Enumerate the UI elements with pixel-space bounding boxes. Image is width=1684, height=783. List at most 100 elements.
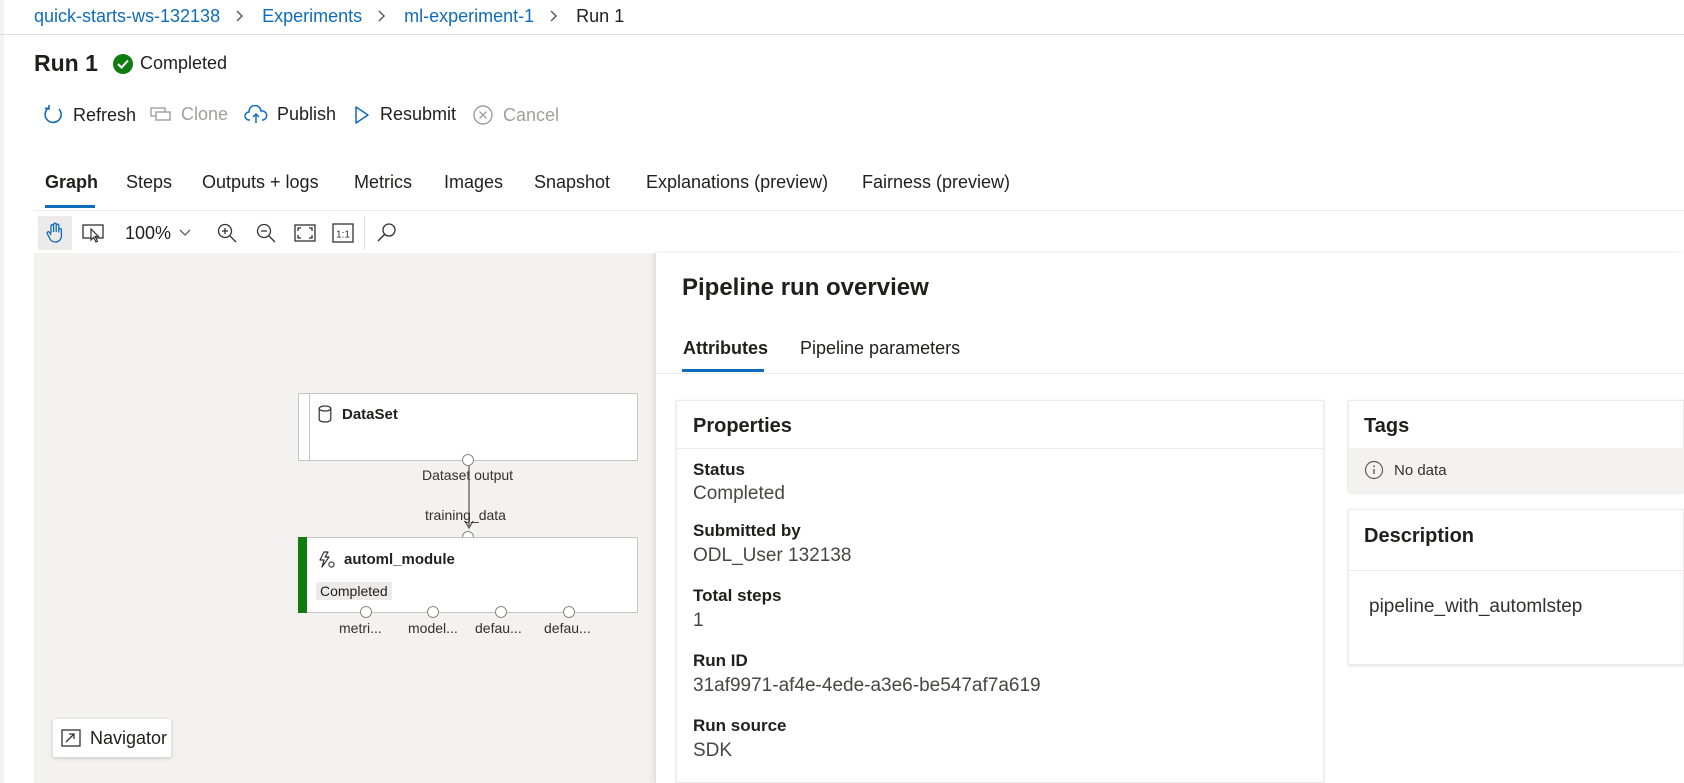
chevron-right-icon [550,10,558,22]
hand-icon [46,222,63,243]
total-steps-value: 1 [693,610,704,631]
search-button[interactable] [370,216,404,250]
tags-title: Tags [1364,415,1410,437]
tab-graph[interactable]: Graph [45,172,98,193]
zoom-in-button[interactable] [210,216,244,250]
tab-active-indicator [682,369,764,372]
description-card: Description pipeline_with_automlstep [1348,509,1684,665]
tab-metrics[interactable]: Metrics [354,172,412,193]
check-circle-icon [113,53,133,74]
dataset-node[interactable]: DataSet [298,393,638,461]
clone-icon [150,106,171,121]
tags-card: Tags No data [1348,400,1684,492]
search-icon [377,223,396,242]
navigator-label: Navigator [90,727,168,748]
tags-empty-row: No data [1349,448,1684,492]
play-icon [355,105,369,124]
node-stripe [309,394,310,460]
automl-node[interactable]: automl_module Completed [298,537,638,613]
status-value: Completed [693,483,785,504]
cancel-button[interactable]: Cancel [472,104,559,126]
tab-snapshot[interactable]: Snapshot [534,172,610,193]
fit-to-screen-button[interactable] [288,216,322,250]
pipeline-edge [464,466,474,530]
chevron-right-icon [378,10,386,22]
cancel-icon [473,105,493,125]
clone-button[interactable]: Clone [150,104,228,125]
node-status-stripe [298,537,307,613]
database-icon [318,405,332,423]
tab-explanations[interactable]: Explanations (preview) [646,172,828,193]
description-title: Description [1364,525,1475,547]
run-id-label: Run ID [693,651,748,670]
toolbar-divider [364,216,365,250]
total-steps-label: Total steps [693,586,782,605]
output-port[interactable] [427,606,439,618]
submitted-by-label: Submitted by [693,521,801,540]
status-badge: Completed [113,53,227,74]
tab-fairness[interactable]: Fairness (preview) [862,172,1010,193]
run-source-value: SDK [693,740,733,761]
tab-outputs-logs[interactable]: Outputs + logs [202,172,319,193]
breadcrumb-workspace[interactable]: quick-starts-ws-132138 [34,6,220,27]
cancel-label: Cancel [503,104,560,125]
graph-canvas[interactable] [34,253,656,783]
tags-empty-text: No data [1394,461,1447,479]
divider [656,373,1684,374]
divider [1349,570,1684,571]
automl-node-status: Completed [316,582,392,600]
resubmit-button[interactable]: Resubmit [353,104,456,125]
divider [34,210,1684,211]
dataset-node-title: DataSet [342,406,398,423]
edge-label: training_data [425,507,506,523]
run-id-value: 31af9971-af4e-4ede-a3e6-be547af7a619 [693,675,1041,696]
navigator-icon [61,729,81,747]
output-port-label: metri... [339,620,382,636]
actual-size-icon: 1:1 [332,223,354,243]
clone-label: Clone [181,104,229,124]
select-pointer-icon [82,224,104,243]
chevron-right-icon [236,10,244,22]
output-port-label: defau... [475,620,522,636]
dataset-output-port[interactable] [462,454,474,466]
actual-size-text: 1:1 [336,230,350,241]
select-tool-button[interactable] [76,216,110,250]
refresh-button[interactable]: Refresh [42,104,136,126]
output-port[interactable] [495,606,507,618]
pan-tool-button[interactable] [38,216,72,250]
zoom-select[interactable]: 100% [125,216,203,250]
status-text: Completed [140,53,228,73]
divider [677,448,1323,449]
breadcrumb-experiment[interactable]: ml-experiment-1 [404,6,534,27]
chevron-down-icon [179,229,191,236]
zoom-out-icon [256,223,276,243]
output-port-label: model... [408,620,458,636]
status-label: Status [693,460,745,479]
publish-button[interactable]: Publish [244,104,336,125]
navigator-button[interactable]: Navigator [53,719,171,757]
tab-steps[interactable]: Steps [126,172,172,193]
submitted-by-value: ODL_User 132138 [693,545,852,566]
output-port-label: defau... [544,620,591,636]
tab-attributes[interactable]: Attributes [683,338,768,359]
cloud-upload-icon [244,104,268,123]
output-port[interactable] [360,606,372,618]
automl-icon [319,551,335,568]
left-edge [0,0,4,783]
description-text: pipeline_with_automlstep [1369,596,1583,617]
fit-screen-icon [294,224,316,242]
resubmit-label: Resubmit [380,104,457,124]
properties-card: Properties Status Completed Submitted by… [676,400,1324,783]
refresh-label: Refresh [73,104,137,125]
tab-pipeline-parameters[interactable]: Pipeline parameters [800,338,960,359]
output-port[interactable] [563,606,575,618]
refresh-icon [44,105,62,124]
zoom-value: 100% [125,222,172,243]
breadcrumb-current: Run 1 [576,5,625,26]
tab-images[interactable]: Images [444,172,503,193]
breadcrumb-experiments[interactable]: Experiments [262,6,362,27]
actual-size-button[interactable]: 1:1 [326,216,360,250]
zoom-out-button[interactable] [249,216,283,250]
publish-label: Publish [277,104,337,124]
tab-active-indicator [45,205,95,208]
